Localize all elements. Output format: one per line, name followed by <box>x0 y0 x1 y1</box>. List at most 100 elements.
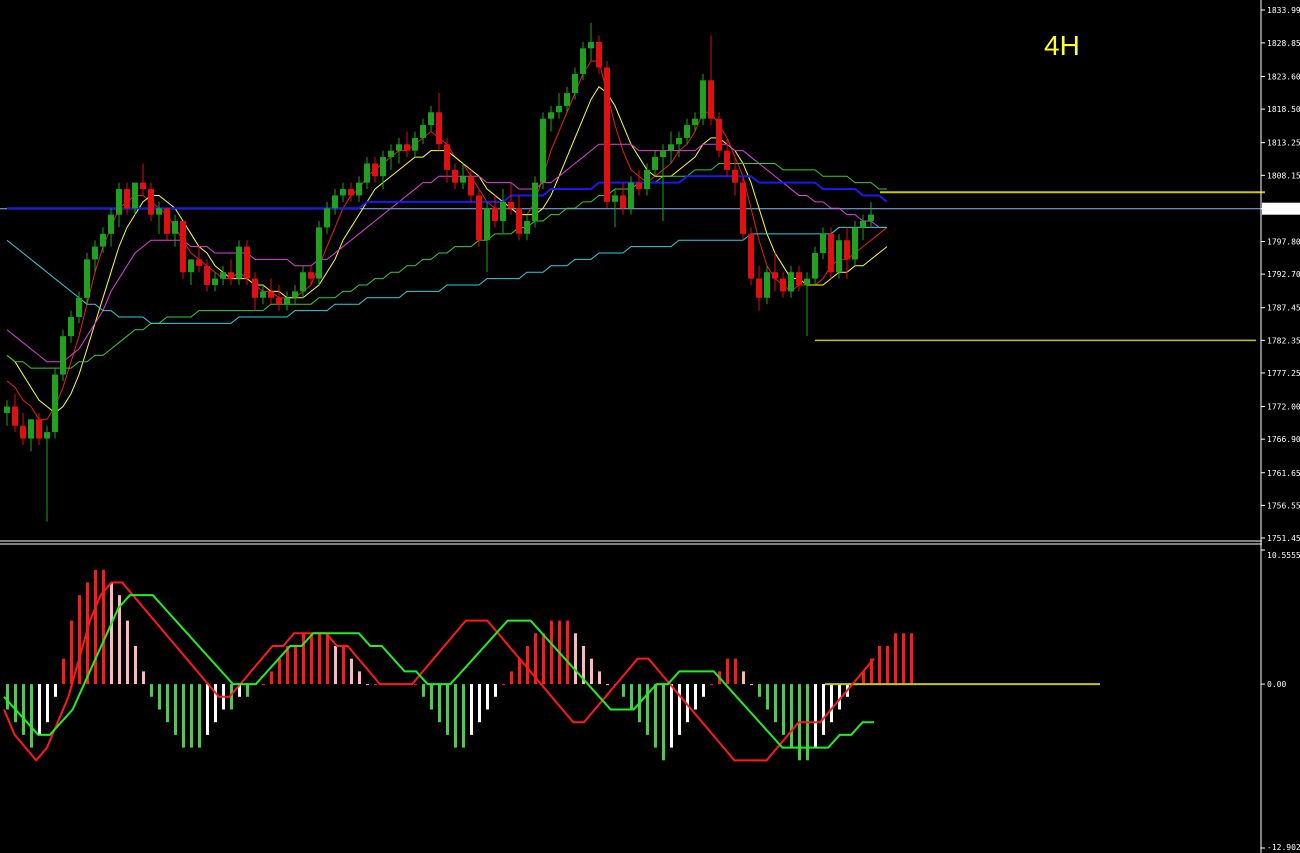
candle-body <box>596 41 602 68</box>
macd-tick-label: 10.5555 <box>1267 551 1300 560</box>
macd-histogram-bar <box>598 671 601 685</box>
candle-body <box>476 195 482 241</box>
macd-histogram-bar <box>830 684 833 723</box>
candle-body <box>708 80 714 119</box>
macd-histogram-bar <box>94 569 97 685</box>
candle-body <box>828 233 834 273</box>
macd-histogram-bar <box>766 684 769 710</box>
macd-histogram-bar <box>662 684 665 761</box>
current-price-label: 1802.93 <box>1266 205 1300 214</box>
macd-histogram-bar <box>774 684 777 723</box>
price-tick-label: 1761.65 <box>1267 469 1300 478</box>
macd-histogram-bar <box>678 684 681 735</box>
macd-histogram-bar <box>622 684 625 697</box>
macd-histogram-bar <box>278 658 281 685</box>
macd-histogram-bar <box>310 633 313 685</box>
macd-histogram-bar <box>6 684 9 710</box>
price-tick-label: 1751.45 <box>1267 534 1300 543</box>
macd-histogram-bar <box>702 684 705 697</box>
macd-histogram-bar <box>342 645 345 685</box>
candle-body <box>124 189 130 209</box>
candle-body <box>516 208 522 234</box>
candle-body <box>540 118 546 183</box>
candle-body <box>52 374 58 433</box>
price-tick-label: 1797.80 <box>1267 238 1300 247</box>
macd-histogram-bar <box>742 671 745 685</box>
candle-body <box>820 233 826 254</box>
candle-body <box>852 227 858 260</box>
candle-body <box>628 182 634 209</box>
candle-body <box>140 182 146 190</box>
candle-body <box>348 189 354 196</box>
candle-body <box>580 48 586 74</box>
candle-body <box>300 272 306 292</box>
candle-body <box>772 272 778 279</box>
macd-tick-label: 0.00 <box>1267 680 1286 689</box>
macd-histogram-bar <box>70 620 73 685</box>
macd-histogram-bar <box>366 684 369 686</box>
candle-body <box>804 278 810 286</box>
price-tick-label: 1792.70 <box>1267 270 1300 279</box>
candle-body <box>500 201 506 222</box>
macd-histogram-bar <box>30 684 33 748</box>
price-tick-label: 1756.55 <box>1267 501 1300 510</box>
candle-body <box>836 240 842 273</box>
candle-body <box>188 259 194 273</box>
candle-body <box>228 272 234 279</box>
candle-body <box>68 316 74 337</box>
candle-body <box>388 150 394 158</box>
candle-body <box>364 163 370 183</box>
macd-histogram-bar <box>630 684 633 710</box>
candle-body <box>316 227 322 279</box>
candle-body <box>412 137 418 151</box>
candle-body <box>76 297 82 317</box>
candle-body <box>132 182 138 209</box>
macd-histogram-bar <box>446 684 449 735</box>
macd-histogram-bar <box>214 684 217 723</box>
macd-histogram-bar <box>38 684 41 735</box>
candle-body <box>196 259 202 266</box>
candle-body <box>420 125 426 138</box>
candle-body <box>668 144 674 151</box>
macd-histogram-bar <box>262 684 265 686</box>
macd-histogram-bar <box>350 658 353 685</box>
macd-histogram-bar <box>62 658 65 685</box>
candle-body <box>684 125 690 138</box>
price-tick-label: 1808.15 <box>1267 171 1300 180</box>
macd-histogram-bar <box>790 684 793 748</box>
trading-chart[interactable]: 1833.99 1828.85 1823.60 1818.50 1813.25 1808.… <box>0 0 1300 853</box>
candle-body <box>60 336 66 375</box>
macd-histogram-bar <box>374 684 377 686</box>
candle-body <box>740 182 746 234</box>
macd-histogram-bar <box>478 684 481 723</box>
candle-body <box>676 137 682 145</box>
candle-body <box>692 118 698 126</box>
candle-body <box>716 118 722 151</box>
macd-histogram-bar <box>710 684 713 686</box>
candle-body <box>324 208 330 228</box>
candle-body <box>572 73 578 94</box>
macd-tick-label: -12.9023 <box>1267 843 1300 852</box>
candle-body <box>28 419 34 439</box>
macd-histogram-bar <box>190 684 193 748</box>
price-tick-label: 1833.99 <box>1267 6 1300 15</box>
macd-histogram-bar <box>158 684 161 710</box>
price-tick-label: 1823.60 <box>1267 72 1300 81</box>
macd-histogram-bar <box>542 633 545 685</box>
macd-histogram-bar <box>358 671 361 685</box>
candle-body <box>20 425 26 439</box>
candle-body <box>164 208 170 234</box>
candle-body <box>796 272 802 286</box>
candle-body <box>100 233 106 247</box>
candle-body <box>404 144 410 151</box>
macd-histogram-bar <box>142 671 145 685</box>
candle-body <box>116 189 122 215</box>
candle-body <box>252 278 258 298</box>
candle-body <box>612 195 618 202</box>
macd-histogram-bar <box>102 569 105 685</box>
macd-histogram-bar <box>334 645 337 685</box>
candle-body <box>292 291 298 298</box>
price-tick-label: 1766.90 <box>1267 435 1300 444</box>
candle-body <box>284 297 290 305</box>
macd-histogram-bar <box>126 620 129 685</box>
